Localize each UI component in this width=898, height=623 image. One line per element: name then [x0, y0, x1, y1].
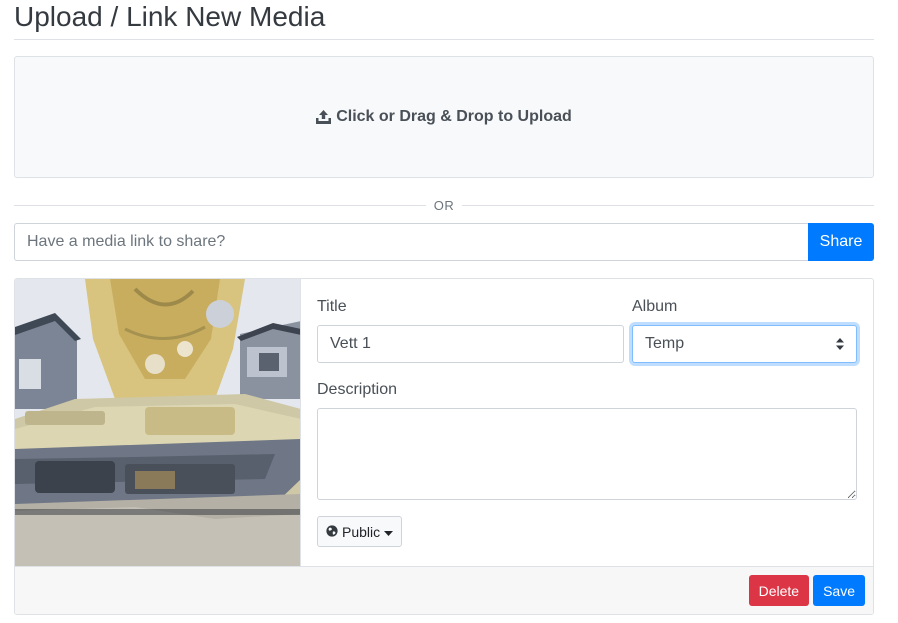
description-textarea[interactable]: [317, 408, 857, 500]
upload-icon: [316, 110, 332, 124]
or-text: OR: [433, 197, 455, 213]
media-form: Title Vett 1 Album Temp Description Publ…: [301, 279, 873, 566]
title-input[interactable]: Vett 1: [317, 325, 624, 363]
title-label: Title: [317, 298, 347, 315]
delete-button[interactable]: Delete: [748, 575, 810, 606]
album-select[interactable]: Temp: [632, 325, 857, 363]
album-value: Temp: [645, 335, 685, 352]
caret-down-icon: [384, 524, 394, 540]
upload-dropzone[interactable]: Click or Drag & Drop to Upload: [14, 56, 874, 178]
media-thumbnail: [15, 279, 301, 566]
title-divider: [14, 39, 874, 40]
save-button[interactable]: Save: [813, 575, 865, 606]
or-divider: OR: [14, 196, 874, 214]
upload-label: Click or Drag & Drop to Upload: [336, 108, 572, 125]
media-card: Title Vett 1 Album Temp Description Publ…: [14, 278, 874, 615]
description-label: Description: [317, 381, 398, 398]
title-value: Vett 1: [330, 335, 371, 352]
car-photo: [15, 279, 300, 566]
globe-icon: [326, 524, 338, 540]
page-title: Upload / Link New Media: [14, 1, 326, 32]
media-link-group: Share: [14, 223, 874, 261]
page: Upload / Link New Media Click or Drag & …: [14, 0, 874, 615]
media-link-input[interactable]: [14, 223, 808, 261]
select-arrows-icon: [836, 338, 844, 350]
album-label: Album: [632, 298, 678, 315]
share-button[interactable]: Share: [808, 223, 874, 261]
visibility-dropdown-button[interactable]: Public: [317, 516, 403, 547]
visibility-label: Public: [342, 523, 381, 540]
media-card-footer: Delete Save: [15, 566, 873, 614]
